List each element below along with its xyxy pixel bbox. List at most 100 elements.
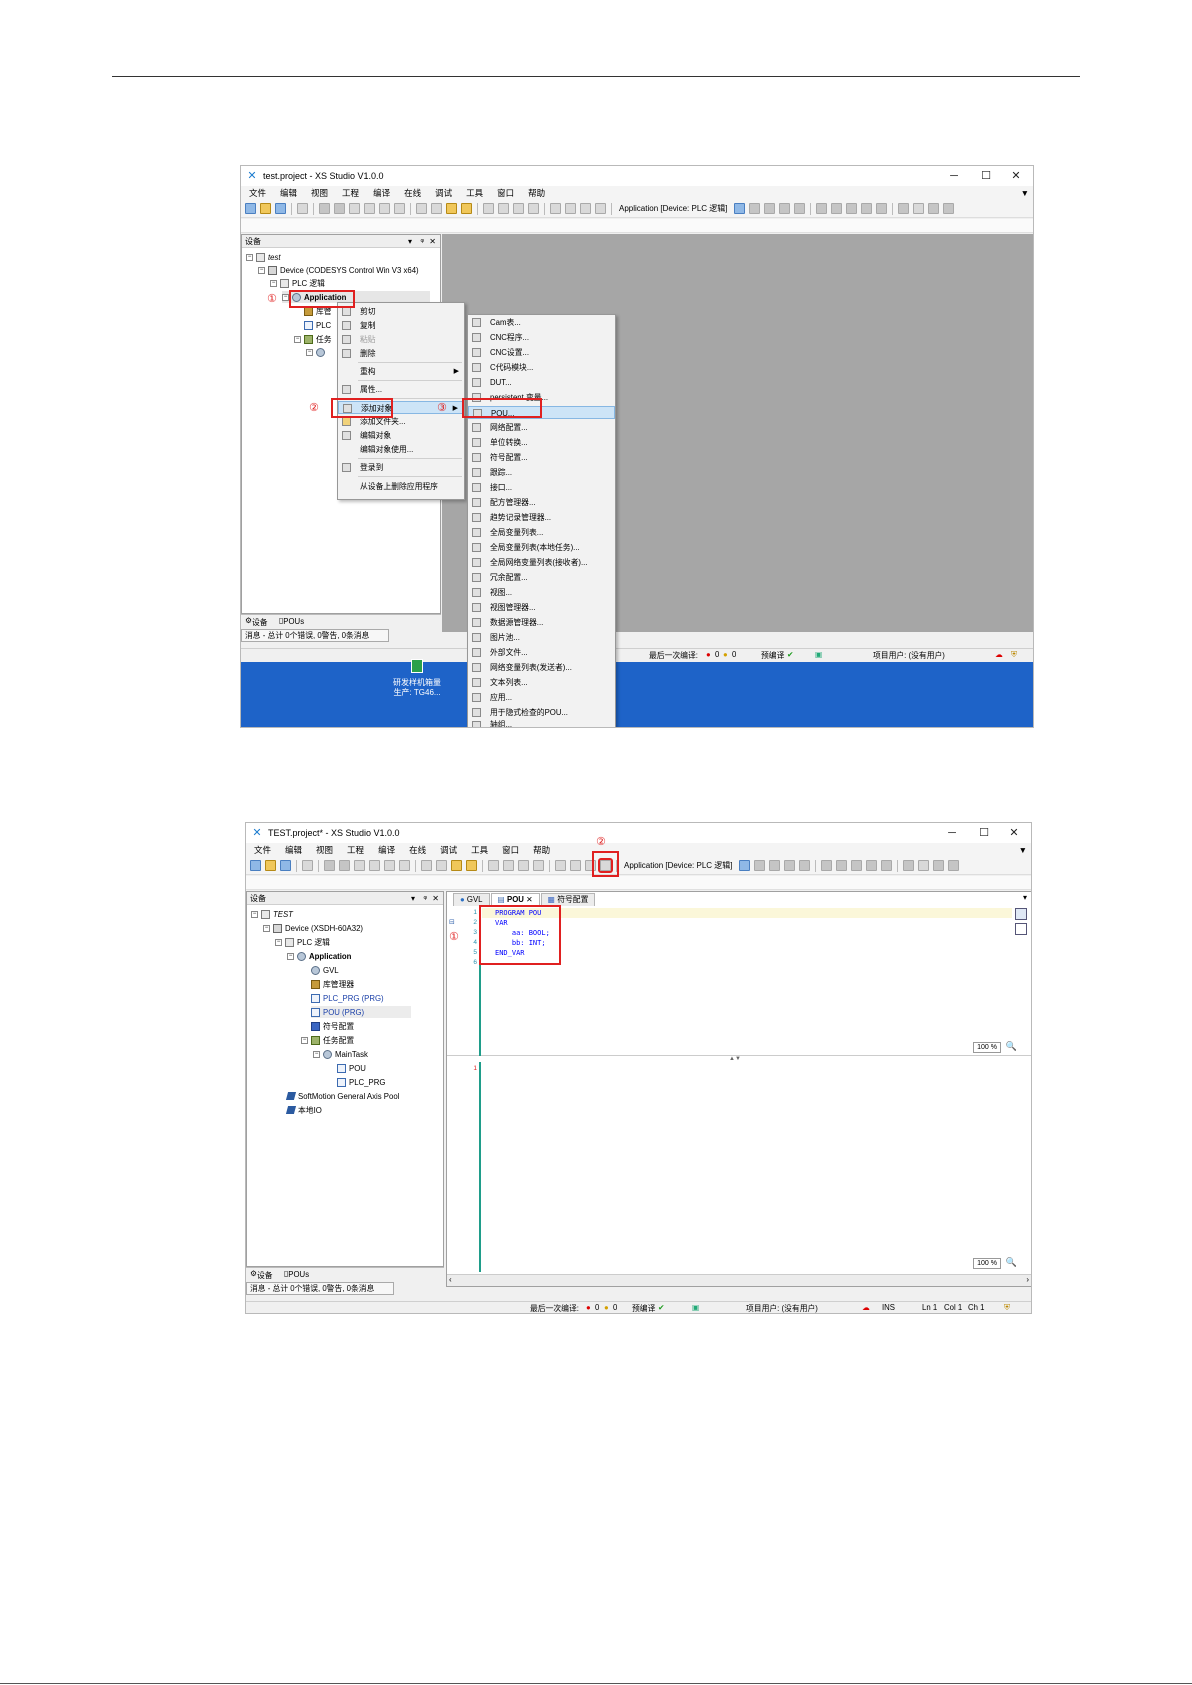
submenu-application[interactable]: 应用... bbox=[468, 691, 615, 704]
fold-icon[interactable]: ⊟ bbox=[449, 918, 455, 926]
tree-item-local-io[interactable]: 本地IO bbox=[285, 1104, 322, 1116]
run-to-cursor-icon[interactable] bbox=[875, 203, 887, 214]
print-icon[interactable] bbox=[302, 860, 313, 871]
find-prev-icon[interactable] bbox=[461, 203, 472, 214]
submenu-datasource-manager[interactable]: 数据源管理器... bbox=[468, 616, 615, 629]
find-icon[interactable] bbox=[421, 860, 432, 871]
close-button[interactable]: ✕ bbox=[999, 823, 1029, 843]
active-application-label[interactable]: Application [Device: PLC 逻辑] bbox=[619, 203, 728, 214]
submenu-image-pool[interactable]: 图片池... bbox=[468, 631, 615, 644]
step-out-icon[interactable] bbox=[865, 860, 877, 871]
menu-edit[interactable]: 编辑 bbox=[285, 844, 302, 856]
find-next-icon[interactable] bbox=[451, 860, 462, 871]
clean-icon[interactable] bbox=[580, 203, 591, 214]
monitor-icon[interactable] bbox=[942, 203, 954, 214]
tab-close-icon[interactable]: ✕ bbox=[526, 895, 533, 904]
menu-item-paste[interactable]: 粘贴 bbox=[338, 333, 464, 346]
submenu-gvl-local-task[interactable]: 全局变量列表(本地任务)... bbox=[468, 541, 615, 554]
menu-build[interactable]: 编译 bbox=[373, 187, 390, 199]
collapse-icon[interactable]: − bbox=[263, 924, 270, 932]
find-next-icon[interactable] bbox=[446, 203, 457, 214]
menu-item-remove-app[interactable]: 从设备上删除应用程序 bbox=[338, 480, 464, 493]
submenu-trace[interactable]: 跟踪... bbox=[468, 466, 615, 479]
maximize-button[interactable]: ☐ bbox=[969, 823, 999, 843]
menu-help[interactable]: 帮助 bbox=[533, 844, 550, 856]
submenu-visu-manager[interactable]: 视图管理器... bbox=[468, 601, 615, 614]
collapse-icon[interactable]: − bbox=[282, 293, 289, 301]
tree-item-task-pou[interactable]: POU bbox=[337, 1062, 366, 1074]
find-prev-icon[interactable] bbox=[466, 860, 477, 871]
tree-item-library-manager[interactable]: 库管理器 bbox=[311, 978, 354, 990]
step-over-icon[interactable] bbox=[835, 860, 847, 871]
submenu-gvl[interactable]: 全局变量列表... bbox=[468, 526, 615, 539]
cut-icon[interactable] bbox=[354, 860, 365, 871]
editor-dropdown-icon[interactable]: ▾ bbox=[1023, 893, 1027, 902]
new-icon[interactable] bbox=[250, 860, 261, 871]
step-into-icon[interactable] bbox=[845, 203, 857, 214]
write-values-icon[interactable] bbox=[897, 203, 909, 214]
submenu-interface[interactable]: 接口... bbox=[468, 481, 615, 494]
horizontal-scrollbar[interactable]: ‹ › bbox=[447, 1274, 1031, 1286]
unforce-icon[interactable] bbox=[927, 203, 939, 214]
filter-icon[interactable]: ▼ bbox=[1021, 188, 1029, 198]
collapse-icon[interactable]: − bbox=[251, 910, 258, 918]
step-into-icon[interactable] bbox=[850, 860, 862, 871]
submenu-nvl-sender[interactable]: 网络变量列表(发送者)... bbox=[468, 661, 615, 674]
paste-icon[interactable] bbox=[384, 860, 395, 871]
menu-project[interactable]: 工程 bbox=[347, 844, 364, 856]
find-icon[interactable] bbox=[416, 203, 427, 214]
step-over-icon[interactable] bbox=[830, 203, 842, 214]
bookmark-icon[interactable] bbox=[483, 203, 494, 214]
run-icon[interactable] bbox=[768, 860, 780, 871]
messages-bar[interactable]: 消息 - 总计 0个错误, 0警告, 0条消息 bbox=[246, 1282, 394, 1295]
submenu-cam-table[interactable]: Cam表... bbox=[468, 316, 615, 329]
open-icon[interactable] bbox=[265, 860, 276, 871]
minimize-button[interactable]: ─ bbox=[939, 166, 969, 186]
menu-project[interactable]: 工程 bbox=[342, 187, 359, 199]
generate-code-icon[interactable] bbox=[595, 203, 606, 214]
pane-dropdown-icon[interactable]: ▾ bbox=[408, 235, 412, 248]
submenu-cnc-settings[interactable]: CNC设置... bbox=[468, 346, 615, 359]
implementation-editor[interactable]: 1 100 % 🔍 bbox=[447, 1062, 1031, 1272]
maximize-button[interactable]: ☐ bbox=[971, 166, 1001, 186]
pane-close-icon[interactable]: ✕ bbox=[429, 235, 436, 248]
submenu-recipe-manager[interactable]: 配方管理器... bbox=[468, 496, 615, 509]
tree-item-pou[interactable]: POU (PRG) bbox=[311, 1006, 411, 1018]
menu-item-edit-object-with[interactable]: 编辑对象使用... bbox=[338, 443, 464, 456]
tab-pous[interactable]: ▯ POUs bbox=[279, 616, 304, 626]
pane-dropdown-icon[interactable]: ▾ bbox=[411, 892, 415, 905]
login-icon[interactable] bbox=[733, 203, 745, 214]
copy-icon[interactable] bbox=[369, 860, 380, 871]
menu-tools[interactable]: 工具 bbox=[471, 844, 488, 856]
menu-file[interactable]: 文件 bbox=[249, 187, 266, 199]
menu-view[interactable]: 视图 bbox=[311, 187, 328, 199]
stop-icon[interactable] bbox=[778, 203, 790, 214]
minimize-button[interactable]: ─ bbox=[937, 823, 967, 843]
bookmark-clear-icon[interactable] bbox=[533, 860, 544, 871]
cut-icon[interactable] bbox=[349, 203, 360, 214]
menu-online[interactable]: 在线 bbox=[409, 844, 426, 856]
submenu-external-file[interactable]: 外部文件... bbox=[468, 646, 615, 659]
collapse-icon[interactable]: − bbox=[294, 335, 301, 343]
reset-icon[interactable] bbox=[798, 860, 810, 871]
desktop-file-icon[interactable] bbox=[411, 659, 423, 673]
tab-devices[interactable]: ⚙ 设备 bbox=[250, 1269, 273, 1280]
zoom-icon[interactable]: 🔍 bbox=[1006, 1041, 1017, 1052]
declaration-zoom[interactable]: 100 % bbox=[973, 1042, 1001, 1053]
delete-icon[interactable] bbox=[394, 203, 405, 214]
login-icon[interactable] bbox=[738, 860, 750, 871]
monitor-icon[interactable] bbox=[947, 860, 959, 871]
unforce-icon[interactable] bbox=[932, 860, 944, 871]
collapse-icon[interactable]: − bbox=[287, 952, 294, 960]
menu-build[interactable]: 编译 bbox=[378, 844, 395, 856]
messages-bar[interactable]: 消息 - 总计 0个错误, 0警告, 0条消息 bbox=[241, 629, 389, 642]
force-values-icon[interactable] bbox=[917, 860, 929, 871]
menu-item-login[interactable]: 登录到 bbox=[338, 461, 464, 474]
menu-window[interactable]: 窗口 bbox=[502, 844, 519, 856]
implementation-zoom[interactable]: 100 % bbox=[973, 1258, 1001, 1269]
tree-item-task[interactable]: − 任务 bbox=[294, 333, 332, 345]
submenu-dut[interactable]: DUT... bbox=[468, 376, 615, 389]
close-button[interactable]: ✕ bbox=[1001, 166, 1031, 186]
tree-item-plc-logic[interactable]: − PLC 逻辑 bbox=[275, 936, 330, 948]
tree-item-task-config[interactable]: − 任务配置 bbox=[301, 1034, 354, 1046]
